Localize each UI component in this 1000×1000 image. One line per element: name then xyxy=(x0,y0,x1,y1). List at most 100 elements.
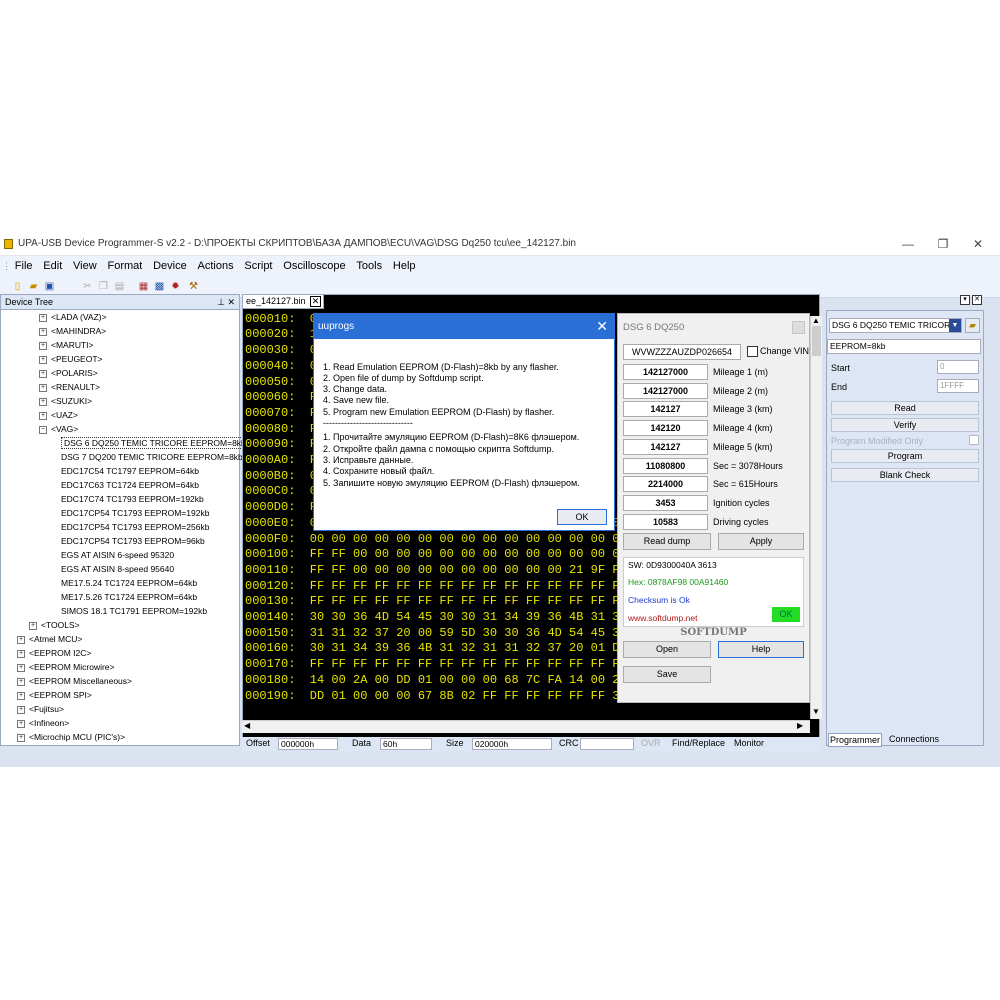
hex-row[interactable]: 000180: 14 00 2A 00 DD 01 00 00 00 68 7C… xyxy=(245,673,648,687)
expander-icon[interactable]: + xyxy=(17,733,25,742)
tree-item[interactable]: DSG 7 DQ200 TEMIC TRICORE EEPROM=8kb xyxy=(61,451,243,463)
close-tab-icon[interactable]: ✕ xyxy=(310,296,321,307)
expander-icon[interactable]: + xyxy=(39,369,47,378)
tree-item[interactable]: + <MARUTI> xyxy=(39,339,94,351)
blank-check-button[interactable]: Blank Check xyxy=(831,468,979,482)
verify-button[interactable]: Verify xyxy=(831,418,979,432)
tree-item[interactable]: + <RENAULT> xyxy=(39,381,100,393)
close-icon[interactable] xyxy=(792,321,805,334)
dsg-value-field[interactable]: 142127 xyxy=(623,401,708,418)
tree-item[interactable]: + <EEPROM Microwire> xyxy=(17,661,115,673)
tree-item[interactable]: + <LADA (VAZ)> xyxy=(39,311,107,323)
cut-icon[interactable]: ✂ xyxy=(80,279,95,294)
data-field[interactable]: 60h xyxy=(380,738,432,750)
dsg-value-field[interactable]: 10583 xyxy=(623,513,708,530)
dsg-value-field[interactable]: 142127000 xyxy=(623,364,708,380)
hex-row[interactable]: 000130: FF FF FF FF FF FF FF FF FF FF FF… xyxy=(245,594,648,608)
close-button[interactable]: ✕ xyxy=(963,235,993,253)
menu-oscilloscope[interactable]: Oscilloscope xyxy=(279,258,349,274)
end-input[interactable]: 1FFFF xyxy=(937,379,979,393)
help-button[interactable]: Help xyxy=(718,641,804,658)
save-icon[interactable]: ▣ xyxy=(42,279,57,294)
dsg-value-field[interactable]: 142127000 xyxy=(623,382,708,399)
minimize-button[interactable]: — xyxy=(893,235,923,253)
save-button[interactable]: Save xyxy=(623,666,711,683)
expander-icon[interactable]: + xyxy=(17,677,25,686)
tree-item[interactable]: + <POLARIS> xyxy=(39,367,98,379)
menu-view[interactable]: View xyxy=(69,258,101,274)
expander-icon[interactable]: + xyxy=(39,313,47,322)
tree-item[interactable]: + <Microchip MCU (PIC's)> xyxy=(17,731,125,743)
expander-icon[interactable]: + xyxy=(17,635,25,644)
expander-icon[interactable]: + xyxy=(29,621,37,630)
scroll-left-icon[interactable]: ◀ xyxy=(244,721,250,730)
tools-icon[interactable]: ⚒ xyxy=(186,279,201,294)
horizontal-scrollbar[interactable]: ◀ ▶ xyxy=(242,720,810,733)
expander-icon[interactable]: + xyxy=(39,341,47,350)
paste-icon[interactable]: ▤ xyxy=(112,279,127,294)
expander-icon[interactable]: + xyxy=(39,327,47,336)
find-replace-link[interactable]: Find/Replace xyxy=(672,737,725,750)
hex-row[interactable]: 000100: FF FF 00 00 00 00 00 00 00 00 00… xyxy=(245,547,648,561)
new-file-icon[interactable]: ▯ xyxy=(10,279,25,294)
tree-item[interactable]: ME17.5.24 TC1724 EEPROM=64kb xyxy=(61,577,197,589)
settings-icon[interactable]: ✹ xyxy=(168,279,183,294)
offset-field[interactable]: 000000h xyxy=(278,738,338,750)
device-select[interactable]: DSG 6 DQ250 TEMIC TRICORE xyxy=(829,318,962,333)
menu-device[interactable]: Device xyxy=(149,258,191,274)
tree-item[interactable]: EGS AT AISIN 6-speed 95320 xyxy=(61,549,174,561)
change-vin-checkbox[interactable] xyxy=(747,346,758,357)
tree-item[interactable]: + <EEPROM Miscellaneous> xyxy=(17,675,132,687)
crc-field[interactable] xyxy=(580,738,634,750)
tree-item[interactable]: + <SUZUKI> xyxy=(39,395,92,407)
load-device-icon[interactable]: ▰ xyxy=(965,318,980,333)
hex-row[interactable]: 000140: 30 30 36 4D 54 45 30 30 31 34 39… xyxy=(245,610,627,624)
read-button[interactable]: Read xyxy=(831,401,979,415)
tree-item[interactable]: + <PEUGEOT> xyxy=(39,353,103,365)
expander-icon[interactable]: + xyxy=(17,649,25,658)
expander-icon[interactable]: + xyxy=(39,411,47,420)
expander-icon[interactable]: + xyxy=(39,355,47,364)
program-modified-checkbox[interactable] xyxy=(969,435,979,445)
chevron-down-icon[interactable]: ▼ xyxy=(949,319,961,332)
menu-actions[interactable]: Actions xyxy=(194,258,238,274)
tree-item[interactable]: ME17.5.26 TC1724 EEPROM=64kb xyxy=(61,591,197,603)
tree-item[interactable]: EDC17CP54 TC1793 EEPROM=256kb xyxy=(61,521,209,533)
chip-read-icon[interactable]: ▦ xyxy=(136,279,151,294)
vertical-scrollbar[interactable]: ▲ ▼ xyxy=(810,316,822,719)
expander-icon[interactable]: + xyxy=(17,705,25,714)
tree-item[interactable]: EDC17CP54 TC1793 EEPROM=192kb xyxy=(61,507,209,519)
expander-icon[interactable]: + xyxy=(17,663,25,672)
panel-pin-close-icon[interactable]: ⊥ ✕ xyxy=(217,295,235,309)
tab-programmer[interactable]: Programmer xyxy=(828,733,882,747)
tree-item[interactable]: EDC17C74 TC1793 EEPROM=192kb xyxy=(61,493,204,505)
expander-icon[interactable]: + xyxy=(17,691,25,700)
size-field[interactable]: 020000h xyxy=(472,738,552,750)
menu-help[interactable]: Help xyxy=(389,258,420,274)
tree-item[interactable]: + <EEPROM I2C> xyxy=(17,647,91,659)
hex-row[interactable]: 000110: FF FF 00 00 00 00 00 00 00 00 00… xyxy=(245,563,648,577)
hex-row[interactable]: 000170: FF FF FF FF FF FF FF FF FF FF FF… xyxy=(245,657,648,671)
tree-item[interactable]: SIMOS 18.1 TC1791 EEPROM=192kb xyxy=(61,605,207,617)
expander-icon[interactable]: + xyxy=(17,719,25,728)
tree-item[interactable]: + <Infineon> xyxy=(17,717,69,729)
hex-row[interactable]: 000120: FF FF FF FF FF FF FF FF FF FF FF… xyxy=(245,579,648,593)
tree-item[interactable]: + <EEPROM SPI> xyxy=(17,689,92,701)
open-folder-icon[interactable]: ▰ xyxy=(26,279,41,294)
tree-item[interactable]: EDC17C63 TC1724 EEPROM=64kb xyxy=(61,479,199,491)
dsg-value-field[interactable]: 142120 xyxy=(623,420,708,437)
scroll-up-icon[interactable]: ▲ xyxy=(812,316,820,325)
open-button[interactable]: Open xyxy=(623,641,711,658)
menu-file[interactable]: File xyxy=(11,258,37,274)
maximize-button[interactable]: ❐ xyxy=(928,235,958,253)
expander-icon[interactable]: + xyxy=(39,383,47,392)
dsg-value-field[interactable]: 142127 xyxy=(623,438,708,455)
menu-edit[interactable]: Edit xyxy=(39,258,66,274)
menu-format[interactable]: Format xyxy=(103,258,146,274)
website-link[interactable]: www.softdump.net xyxy=(628,613,697,623)
hex-row[interactable]: 0000F0: 00 00 00 00 00 00 00 00 00 00 00… xyxy=(245,532,648,546)
tree-item[interactable]: EGS AT AISIN 8-speed 95640 xyxy=(61,563,174,575)
hex-row[interactable]: 000190: DD 01 00 00 00 67 8B 02 FF FF FF… xyxy=(245,689,648,703)
scroll-thumb[interactable] xyxy=(812,326,821,356)
close-panel-icon[interactable]: ✕ xyxy=(972,295,982,305)
